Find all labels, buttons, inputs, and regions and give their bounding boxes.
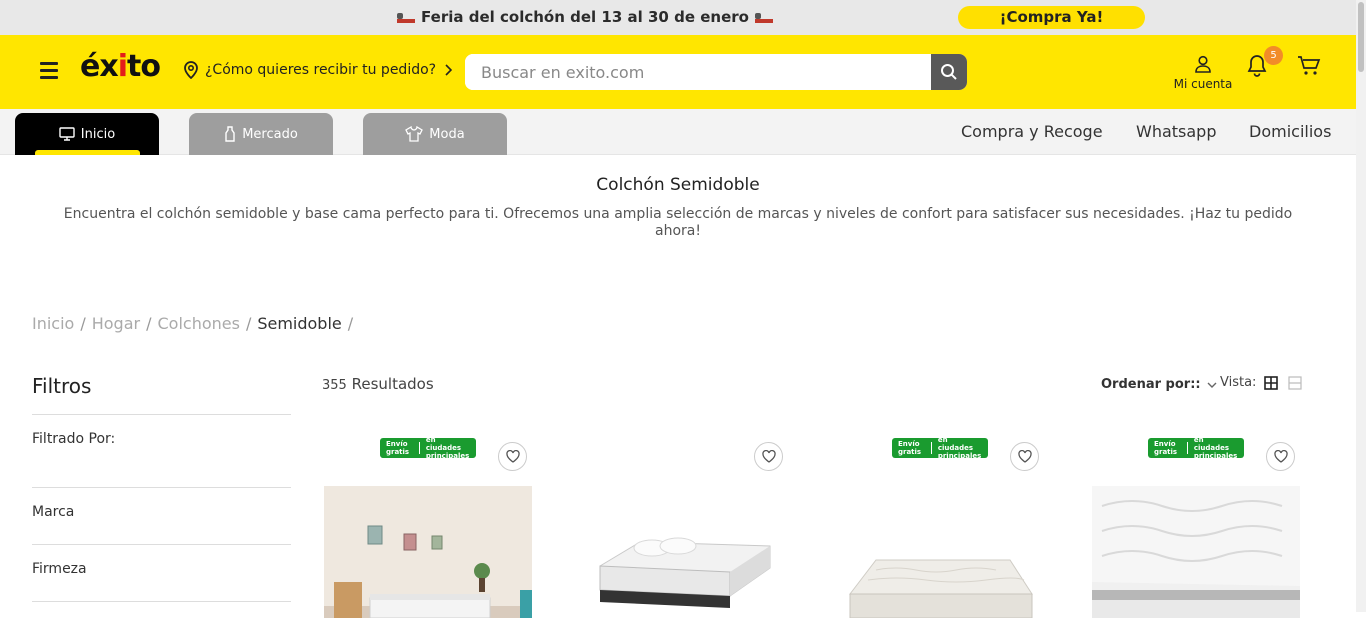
- heart-icon: [761, 450, 776, 463]
- bottle-icon: [225, 126, 235, 142]
- breadcrumb-item[interactable]: Colchones: [157, 314, 239, 333]
- category-title: Colchón Semidoble: [596, 175, 760, 195]
- category-description: Encuentra el colchón semidoble y base ca…: [63, 206, 1293, 239]
- badge-line1: Envío gratis: [386, 440, 410, 456]
- favorite-button[interactable]: [498, 442, 527, 471]
- favorite-button[interactable]: [754, 442, 783, 471]
- divider: [32, 414, 291, 415]
- view-label: Vista:: [1220, 375, 1257, 390]
- menu-icon[interactable]: [40, 62, 58, 79]
- tab-mercado[interactable]: Mercado: [189, 113, 333, 155]
- free-shipping-badge: Envío gratis en ciudades principales: [1148, 436, 1244, 460]
- divider: [32, 601, 291, 602]
- product-image[interactable]: [836, 486, 1044, 618]
- page-scrollbar[interactable]: [1356, 0, 1366, 612]
- sort-label: Ordenar por::: [1101, 377, 1201, 392]
- main-header: éxito ¿Cómo quieres recibir tu pedido? M…: [0, 35, 1356, 109]
- cart-icon: [1298, 56, 1321, 75]
- divider: [32, 544, 291, 545]
- tab-inicio[interactable]: Inicio: [15, 113, 159, 155]
- badge-line2: en ciudades principales: [425, 436, 470, 460]
- results-number: 355: [322, 378, 347, 393]
- product-card[interactable]: [580, 428, 788, 618]
- nav-link-whatsapp[interactable]: Whatsapp: [1136, 122, 1217, 141]
- bed-icon: [754, 12, 773, 23]
- favorite-button[interactable]: [1010, 442, 1039, 471]
- product-card[interactable]: Envío gratis en ciudades principales: [836, 428, 1044, 618]
- product-image[interactable]: [324, 486, 532, 618]
- list-view-icon[interactable]: [1288, 375, 1303, 390]
- section-tabs-bar: Inicio Mercado Moda Compra y Recoge What…: [0, 109, 1356, 155]
- shirt-icon: [405, 126, 424, 142]
- badge-line2: en ciudades principales: [937, 436, 982, 460]
- monitor-icon: [59, 127, 75, 141]
- exito-logo[interactable]: éxito: [80, 49, 161, 84]
- product-image[interactable]: [580, 486, 788, 618]
- tab-label: Moda: [429, 126, 465, 142]
- heart-icon: [1017, 450, 1032, 463]
- product-card[interactable]: Envío gratis en ciudades principales: [1092, 428, 1300, 618]
- nav-link-domicilios[interactable]: Domicilios: [1249, 122, 1331, 141]
- badge-line2: en ciudades principales: [1193, 436, 1238, 460]
- delivery-location-selector[interactable]: ¿Cómo quieres recibir tu pedido?: [183, 61, 458, 79]
- breadcrumb-item[interactable]: Inicio: [32, 314, 74, 333]
- free-shipping-badge: Envío gratis en ciudades principales: [892, 436, 988, 460]
- breadcrumb: Inicio / Hogar / Colchones / Semidoble /: [32, 314, 354, 333]
- results-label: Resultados: [351, 375, 434, 393]
- user-icon: [1195, 55, 1211, 73]
- buy-now-button[interactable]: ¡Compra Ya!: [958, 6, 1145, 29]
- breadcrumb-item[interactable]: Hogar: [92, 314, 140, 333]
- divider: [32, 487, 291, 488]
- active-tab-indicator: [35, 150, 140, 155]
- sort-dropdown[interactable]: Ordenar por::: [1101, 377, 1217, 392]
- filters-title: Filtros: [32, 374, 92, 398]
- location-pin-icon: [184, 61, 198, 79]
- heart-icon: [505, 450, 520, 463]
- view-toggle: Vista:: [1220, 375, 1303, 390]
- product-image[interactable]: [1092, 486, 1300, 618]
- heart-icon: [1273, 450, 1288, 463]
- bed-icon: [397, 12, 416, 23]
- location-prompt: ¿Cómo quieres recibir tu pedido?: [205, 62, 437, 78]
- filtered-by-label: Filtrado Por:: [32, 431, 116, 447]
- notification-count-badge: 5: [1264, 46, 1283, 65]
- tab-label: Mercado: [242, 126, 298, 142]
- badge-line1: Envío gratis: [898, 440, 922, 456]
- account-button[interactable]: Mi cuenta: [1172, 55, 1234, 91]
- filter-group-firmeza[interactable]: Firmeza: [32, 561, 87, 577]
- nav-link-compra-recoge[interactable]: Compra y Recoge: [961, 122, 1103, 141]
- product-card[interactable]: Envío gratis en ciudades principales: [324, 428, 532, 618]
- chevron-right-icon: [445, 64, 453, 76]
- free-shipping-badge: Envío gratis en ciudades principales: [380, 436, 476, 460]
- chevron-down-icon: [1207, 382, 1217, 388]
- search-input[interactable]: [465, 54, 931, 90]
- cart-button[interactable]: [1297, 55, 1321, 81]
- promo-bar: Feria del colchón del 13 al 30 de enero …: [0, 0, 1366, 35]
- search-bar: [465, 54, 967, 90]
- scrollbar-thumb[interactable]: [1358, 2, 1364, 72]
- favorite-button[interactable]: [1266, 442, 1295, 471]
- account-label: Mi cuenta: [1173, 77, 1233, 91]
- search-button[interactable]: [931, 54, 967, 90]
- tab-label: Inicio: [80, 126, 116, 142]
- breadcrumb-current: Semidoble: [257, 314, 342, 333]
- promo-text: Feria del colchón del 13 al 30 de enero: [421, 8, 749, 26]
- search-icon: [941, 64, 957, 80]
- tab-moda[interactable]: Moda: [363, 113, 507, 155]
- results-count: 355 Resultados: [322, 375, 434, 393]
- badge-line1: Envío gratis: [1154, 440, 1178, 456]
- filter-group-marca[interactable]: Marca: [32, 504, 74, 520]
- grid-view-icon[interactable]: [1264, 375, 1279, 390]
